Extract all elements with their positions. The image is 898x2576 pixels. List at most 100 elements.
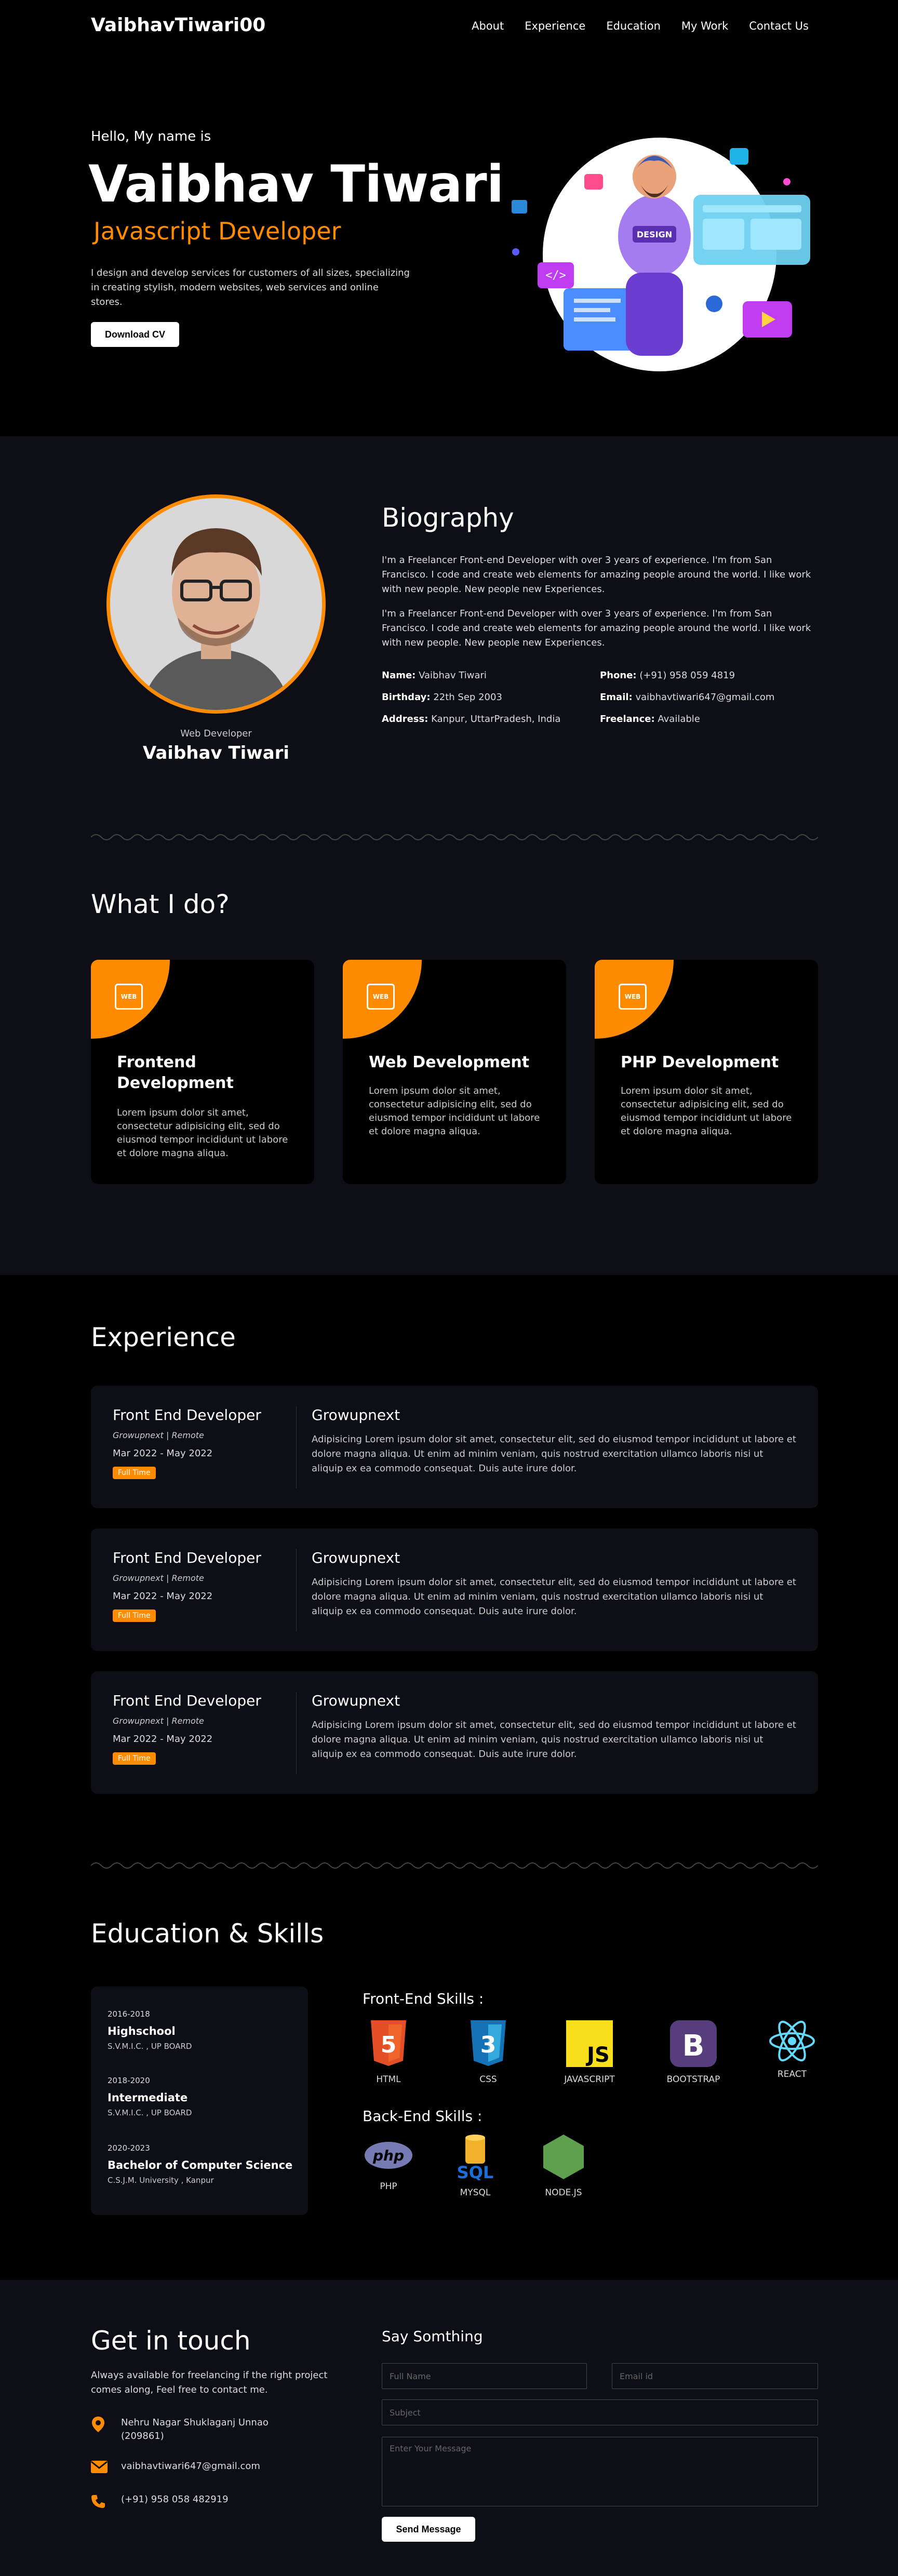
- exp-dates: Mar 2022 - May 2022: [113, 1734, 213, 1745]
- education-item: 2020-2023 Bachelor of Computer Science C…: [108, 2143, 292, 2185]
- css3-icon: 3: [471, 2020, 506, 2066]
- exp-description: Adipisicing Lorem ipsum dolor sit amet, …: [312, 1720, 796, 1760]
- bio-paragraph-2: I'm a Freelancer Front-end Developer wit…: [382, 608, 811, 648]
- services-title: What I do?: [91, 889, 230, 919]
- skill-css: 3 CSS: [457, 2020, 519, 2085]
- service-title: PHP Development: [621, 1053, 779, 1071]
- web-icon: WEB: [619, 984, 647, 1010]
- info-phone: Phone: (+91) 958 059 4819: [600, 670, 735, 681]
- experience-card: Front End Developer Growupnext | Remote …: [91, 1671, 818, 1794]
- section-divider: [91, 1862, 818, 1869]
- service-text: Lorem ipsum dolor sit amet, consectetur …: [621, 1085, 792, 1137]
- skill-label: REACT: [777, 2069, 807, 2079]
- avatar-portrait-icon: [110, 498, 322, 710]
- edu-school: S.V.M.I.C. , UP BOARD: [108, 2108, 192, 2117]
- skill-label: PHP: [380, 2181, 397, 2192]
- skill-label: JAVASCRIPT: [564, 2074, 615, 2085]
- skill-php: php PHP: [357, 2140, 420, 2192]
- skill-mysql: SQL MYSQL: [444, 2134, 506, 2198]
- skill-logo-text: 5: [381, 2032, 397, 2058]
- html5-icon: 5: [371, 2020, 406, 2066]
- info-address: Address: Kanpur, UttarPradesh, India: [382, 714, 561, 725]
- info-email: Email: vaibhavtiwari647@gmail.com: [600, 692, 775, 703]
- nav-contact[interactable]: Contact Us: [749, 20, 809, 32]
- experience-card: Front End Developer Growupnext | Remote …: [91, 1528, 818, 1651]
- exp-company: Growupnext | Remote: [113, 1716, 204, 1726]
- exp-divider: [296, 1692, 297, 1774]
- service-card[interactable]: WEB Web Development Lorem ipsum dolor si…: [343, 960, 566, 1184]
- skill-logo-text: B: [682, 2029, 705, 2063]
- exp-description: Adipisicing Lorem ipsum dolor sit amet, …: [312, 1434, 796, 1474]
- experience-card: Front End Developer Growupnext | Remote …: [91, 1386, 818, 1508]
- skill-label: MYSQL: [460, 2188, 491, 2198]
- skill-bootstrap: B BOOTSTRAP: [662, 2020, 725, 2085]
- nav-education[interactable]: Education: [606, 20, 661, 32]
- mysql-icon: SQL: [457, 2135, 493, 2182]
- hero-role: Javascript Developer: [93, 217, 341, 245]
- skill-react: REACT: [761, 2020, 823, 2079]
- nav-experience[interactable]: Experience: [525, 20, 585, 32]
- subject-input[interactable]: [382, 2399, 818, 2425]
- edu-years: 2016-2018: [108, 2009, 150, 2019]
- hero-name: Vaibhav Tiwari: [88, 155, 504, 214]
- exp-company: Growupnext | Remote: [113, 1430, 204, 1440]
- web-icon: WEB: [115, 984, 143, 1010]
- react-icon: [769, 2020, 815, 2062]
- exp-badge: Full Time: [113, 1609, 156, 1622]
- hero-illustration-sign: DESIGN: [637, 230, 672, 239]
- contact-address: Nehru Nagar Shuklaganj Unnao (209861): [91, 2416, 298, 2443]
- exp-description: Adipisicing Lorem ipsum dolor sit amet, …: [312, 1577, 796, 1617]
- service-card[interactable]: WEB Frontend Development Lorem ipsum dol…: [91, 960, 314, 1184]
- skill-logo-text: php: [372, 2147, 404, 2164]
- skill-label: BOOTSTRAP: [666, 2074, 720, 2085]
- edu-school: C.S.J.M. University , Kanpur: [108, 2176, 214, 2185]
- service-title: Web Development: [369, 1053, 530, 1071]
- brand-logo[interactable]: VaibhavTiwari00: [91, 15, 265, 36]
- download-cv-button[interactable]: Download CV: [91, 322, 179, 347]
- edu-degree: Highschool: [108, 2025, 176, 2037]
- exp-dates: Mar 2022 - May 2022: [113, 1591, 213, 1602]
- service-text: Lorem ipsum dolor sit amet, consectetur …: [369, 1085, 540, 1137]
- email-input[interactable]: [612, 2363, 818, 2389]
- info-name: Name: Vaibhav Tiwari: [382, 670, 487, 681]
- mail-icon: [91, 2461, 108, 2476]
- skill-nodejs: NODE.JS: [532, 2134, 595, 2198]
- bio-paragraph-1: I'm a Freelancer Front-end Developer wit…: [382, 555, 811, 595]
- exp-badge: Full Time: [113, 1467, 156, 1479]
- hero-illustration: </> DESIGN: [512, 138, 810, 371]
- send-message-button[interactable]: Send Message: [382, 2517, 475, 2542]
- contact-phone[interactable]: (+91) 958 058 482919: [91, 2494, 229, 2512]
- nodejs-icon: [543, 2135, 584, 2179]
- nav-my-work[interactable]: My Work: [681, 20, 728, 32]
- education-item: 2016-2018 Highschool S.V.M.I.C. , UP BOA…: [108, 2009, 192, 2051]
- contact-subtitle: Always available for freelancing if the …: [91, 2370, 328, 2395]
- nav-about[interactable]: About: [472, 20, 504, 32]
- contact-email[interactable]: vaibhavtiwari647@gmail.com: [91, 2461, 260, 2476]
- exp-org: Growupnext: [312, 1406, 400, 1424]
- exp-org: Growupnext: [312, 1549, 400, 1566]
- info-birthday: Birthday: 22th Sep 2003: [382, 692, 502, 703]
- edu-degree: Intermediate: [108, 2091, 188, 2104]
- skill-label: HTML: [376, 2074, 401, 2085]
- phone-icon: [91, 2494, 105, 2512]
- education-list: 2016-2018 Highschool S.V.M.I.C. , UP BOA…: [91, 1987, 308, 2215]
- avatar-role: Web Developer: [180, 728, 252, 739]
- full-name-input[interactable]: [382, 2363, 587, 2389]
- skill-html: 5 HTML: [357, 2020, 420, 2085]
- hero-greeting: Hello, My name is: [91, 129, 211, 144]
- contact-title: Get in touch: [91, 2326, 251, 2356]
- message-textarea[interactable]: [382, 2437, 818, 2506]
- info-freelance: Freelance: Available: [600, 714, 700, 725]
- svg-text:</>: </>: [545, 269, 566, 282]
- edu-years: 2018-2020: [108, 2076, 150, 2085]
- service-title: Frontend Development: [117, 1053, 234, 1092]
- frontend-skills-title: Front-End Skills :: [363, 1990, 484, 2007]
- service-card[interactable]: WEB PHP Development Lorem ipsum dolor si…: [595, 960, 818, 1184]
- hero-description: I design and develop services for custom…: [91, 267, 410, 307]
- skill-logo-text: 3: [480, 2032, 497, 2058]
- service-text: Lorem ipsum dolor sit amet, consectetur …: [117, 1107, 288, 1159]
- experience-title: Experience: [91, 1322, 236, 1352]
- exp-company: Growupnext | Remote: [113, 1573, 204, 1583]
- exp-role: Front End Developer: [113, 1692, 261, 1709]
- contact-email-text: vaibhavtiwari647@gmail.com: [121, 2461, 260, 2472]
